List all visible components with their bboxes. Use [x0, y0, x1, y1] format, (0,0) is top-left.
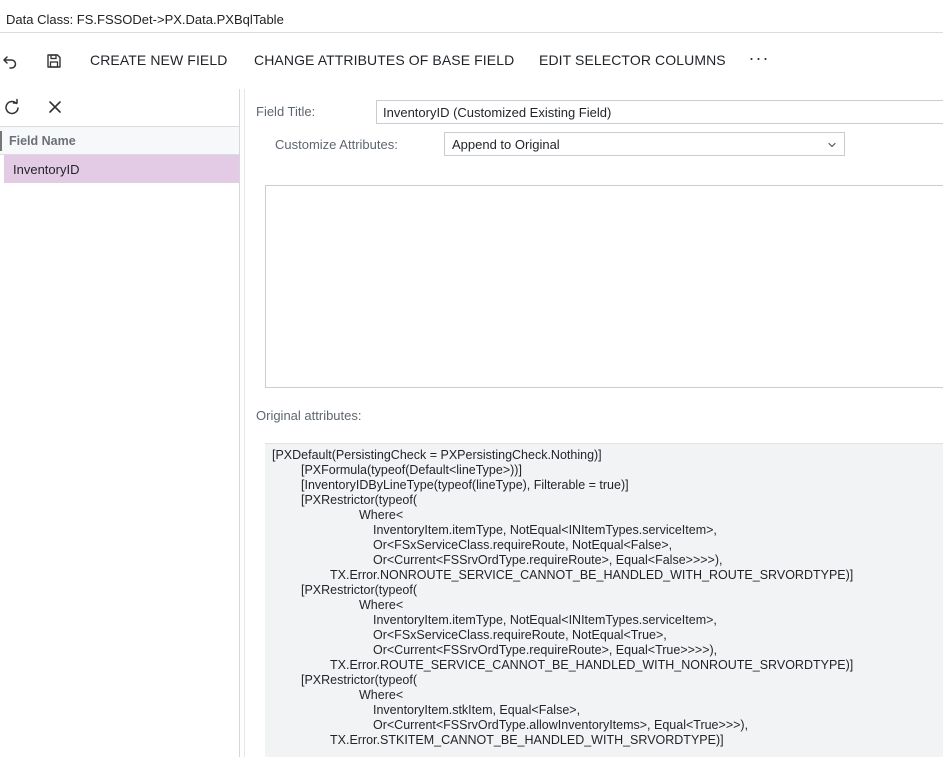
- code-line: [PXDefault(PersistingCheck = PXPersistin…: [272, 448, 602, 462]
- code-line: InventoryItem.itemType, NotEqual<INItemT…: [373, 523, 717, 537]
- undo-icon[interactable]: [0, 51, 20, 71]
- code-line: Or<Current<FSSrvOrdType.allowInventoryIt…: [373, 718, 749, 732]
- customize-attributes-value: Append to Original: [452, 137, 560, 152]
- code-line: Where<: [359, 598, 404, 612]
- field-title-label: Field Title:: [256, 104, 316, 119]
- original-attributes-label: Original attributes:: [256, 408, 362, 423]
- code-line: TX.Error.STKITEM_CANNOT_BE_HANDLED_WITH_…: [330, 733, 724, 747]
- save-icon[interactable]: [44, 51, 64, 71]
- code-line: TX.Error.ROUTE_SERVICE_CANNOT_BE_HANDLED…: [330, 658, 854, 672]
- edit-selector-columns-button[interactable]: EDIT SELECTOR COLUMNS: [539, 52, 726, 68]
- table-row[interactable]: InventoryID: [4, 155, 239, 183]
- customization-page: Data Class: FS.FSSODet->PX.Data.PXBqlTab…: [0, 0, 943, 757]
- chevron-down-icon: [826, 138, 838, 150]
- title-bar: Data Class: FS.FSSODet->PX.Data.PXBqlTab…: [0, 0, 943, 33]
- column-resize-handle[interactable]: [0, 131, 2, 151]
- custom-attributes-textarea[interactable]: [265, 185, 943, 388]
- field-detail-form: Field Title: InventoryID (Customized Exi…: [244, 89, 943, 757]
- code-line: Or<Current<FSSrvOrdType.requireRoute>, E…: [373, 643, 718, 657]
- field-title-input[interactable]: InventoryID (Customized Existing Field): [376, 100, 943, 124]
- create-new-field-button[interactable]: CREATE NEW FIELD: [90, 52, 227, 68]
- code-line: [PXRestrictor(typeof(: [301, 673, 418, 687]
- code-line: TX.Error.NONROUTE_SERVICE_CANNOT_BE_HAND…: [330, 568, 854, 582]
- code-line: Where<: [359, 688, 404, 702]
- original-attributes-code: [PXDefault(PersistingCheck = PXPersistin…: [265, 443, 943, 757]
- customize-attributes-label: Customize Attributes:: [275, 137, 398, 152]
- code-line: Or<FSxServiceClass.requireRoute, NotEqua…: [373, 538, 673, 552]
- toolbar: CREATE NEW FIELD CHANGE ATTRIBUTES OF BA…: [0, 34, 943, 88]
- code-line: [PXFormula(typeof(Default<lineType>))]: [301, 463, 522, 477]
- more-options-button[interactable]: ···: [748, 48, 770, 72]
- code-line: Where<: [359, 508, 404, 522]
- code-line: InventoryItem.stkItem, Equal<False>,: [373, 703, 581, 717]
- field-list-panel: Field Name InventoryID: [0, 89, 240, 757]
- code-line: Or<Current<FSSrvOrdType.requireRoute>, E…: [373, 553, 723, 567]
- code-line: [PXRestrictor(typeof(: [301, 493, 418, 507]
- column-header-field-name[interactable]: Field Name: [9, 134, 76, 148]
- field-list-toolbar: [0, 89, 239, 125]
- grid-header: Field Name: [0, 126, 239, 155]
- customize-attributes-select[interactable]: Append to Original: [444, 132, 845, 156]
- field-name-cell: InventoryID: [13, 162, 80, 177]
- change-attributes-button[interactable]: CHANGE ATTRIBUTES OF BASE FIELD: [254, 52, 514, 68]
- refresh-icon[interactable]: [2, 97, 22, 117]
- close-icon[interactable]: [45, 97, 65, 117]
- code-line: Or<FSxServiceClass.requireRoute, NotEqua…: [373, 628, 667, 642]
- code-line: [PXRestrictor(typeof(: [301, 583, 418, 597]
- page-title: Data Class: FS.FSSODet->PX.Data.PXBqlTab…: [6, 12, 284, 27]
- code-line: [InventoryIDByLineType(typeof(lineType),…: [301, 478, 629, 492]
- code-line: InventoryItem.itemType, NotEqual<INItemT…: [373, 613, 717, 627]
